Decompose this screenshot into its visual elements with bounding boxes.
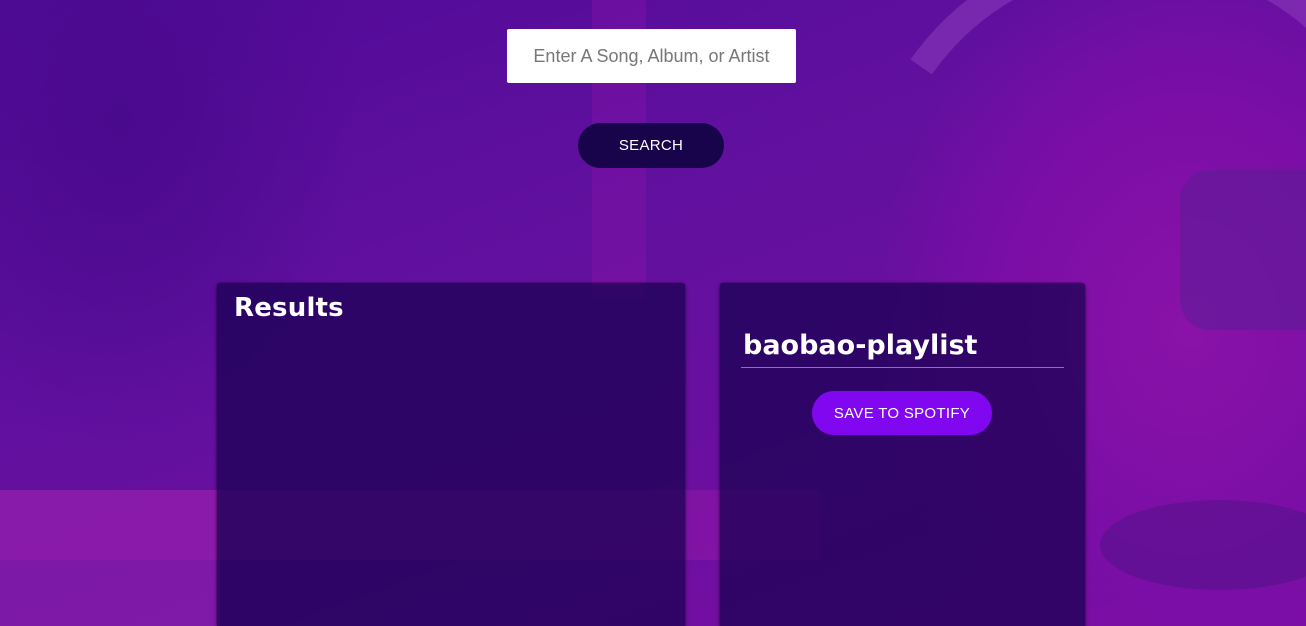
search-input[interactable] <box>507 29 796 83</box>
background-cap <box>1180 170 1306 330</box>
results-panel: Results <box>217 283 685 626</box>
playlist-panel: SAVE TO SPOTIFY <box>720 283 1085 626</box>
background-face <box>1100 500 1306 590</box>
playlist-name-input[interactable] <box>741 323 1064 368</box>
results-title: Results <box>234 293 344 323</box>
background-wall <box>0 490 220 626</box>
search-button[interactable]: SEARCH <box>578 123 724 168</box>
save-to-spotify-button[interactable]: SAVE TO SPOTIFY <box>812 391 992 435</box>
